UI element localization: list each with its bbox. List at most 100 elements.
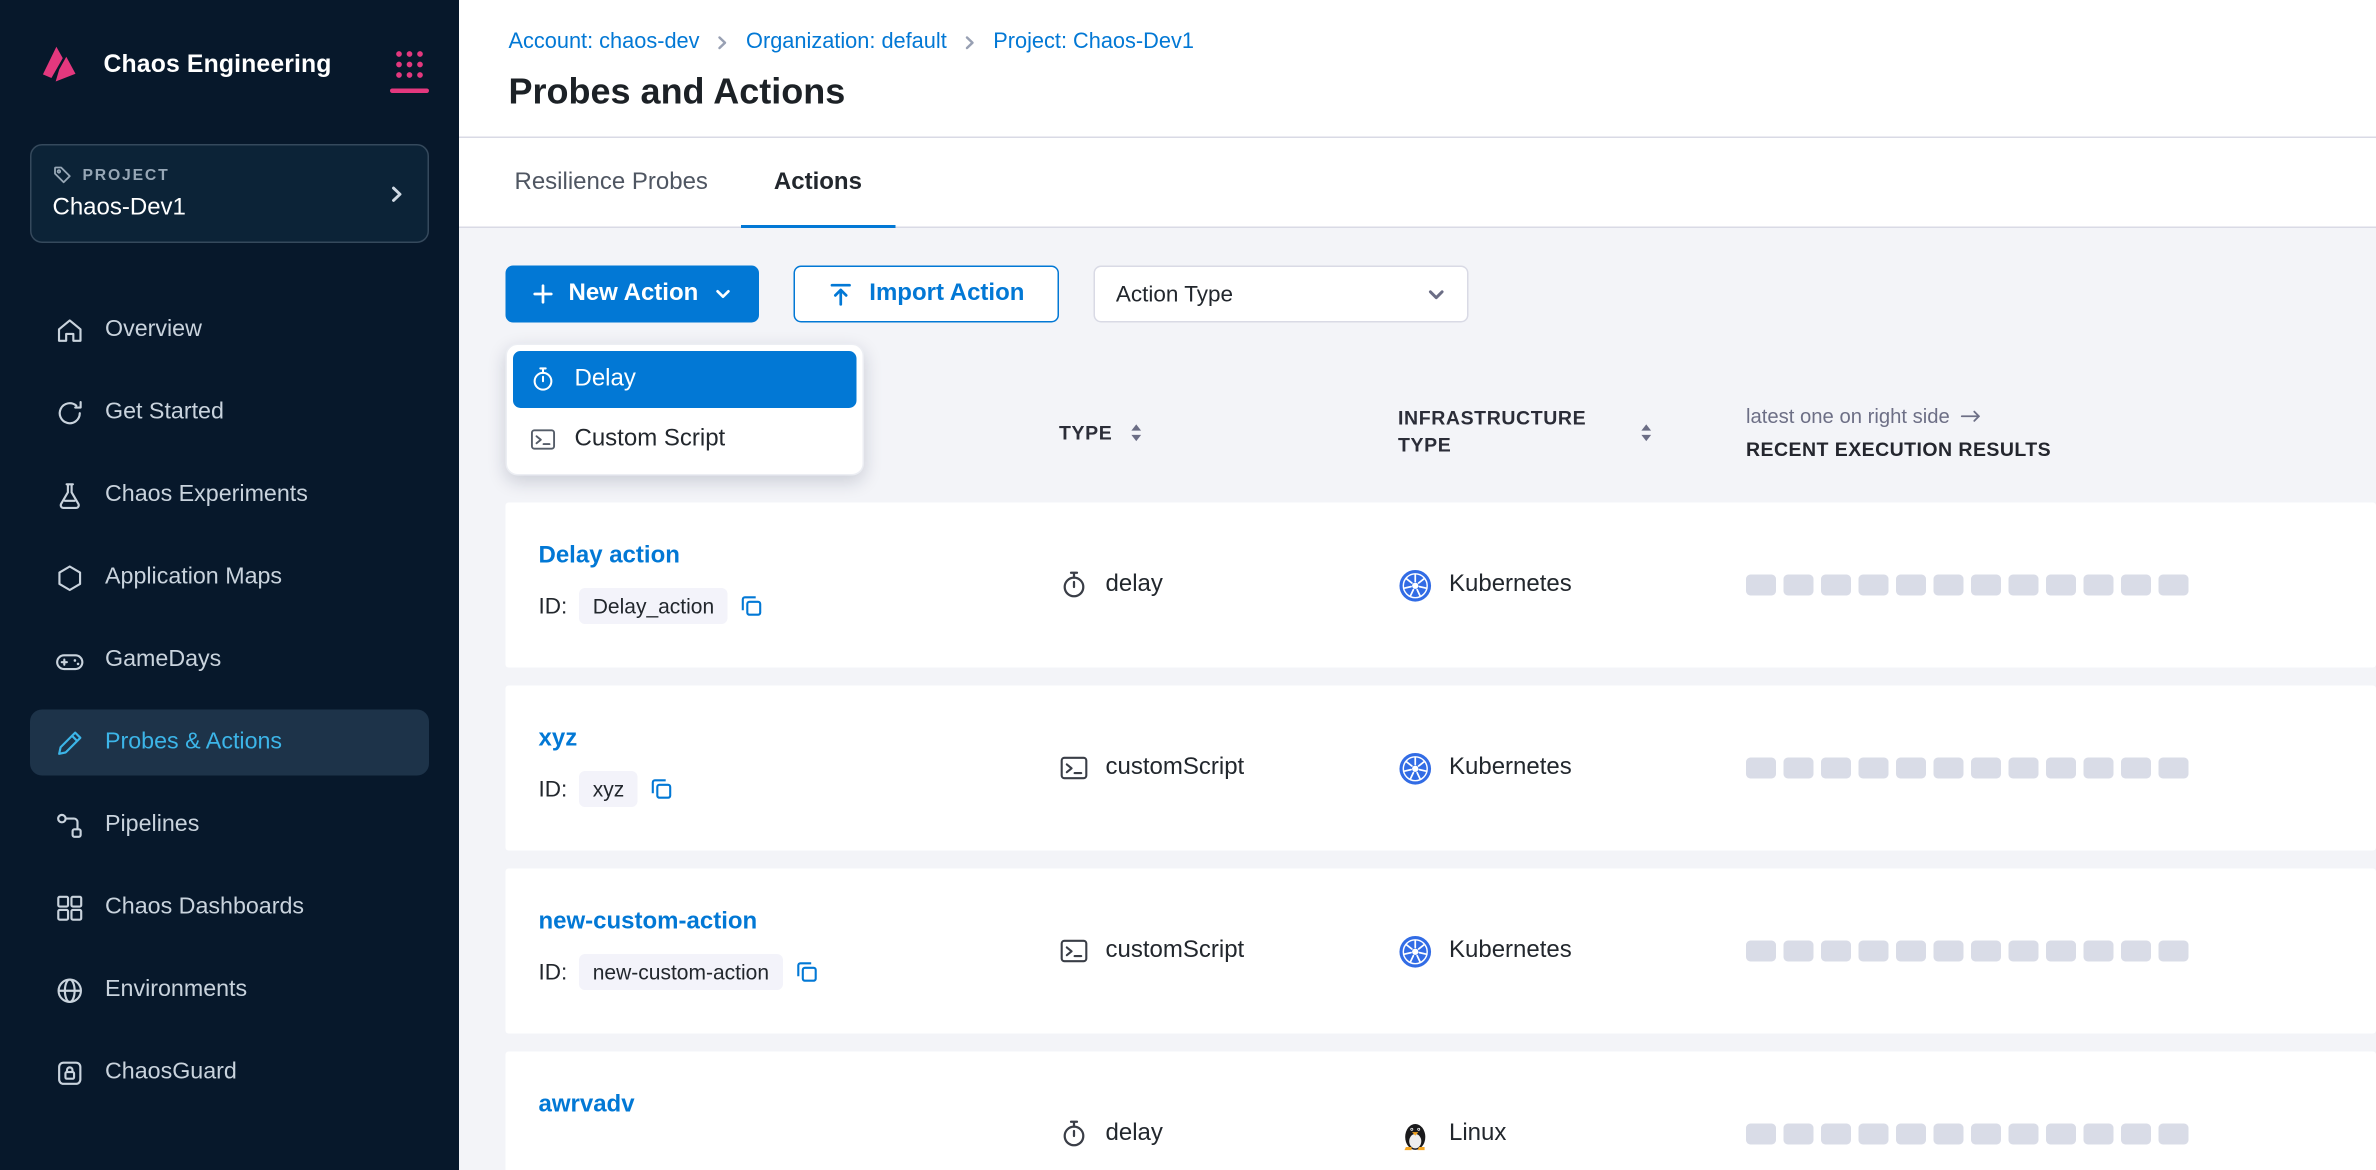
module-switcher-grid-icon[interactable] [393,48,426,81]
menu-item-custom-script[interactable]: Custom Script [513,411,857,468]
chevron-down-icon [1426,284,1446,304]
kubernetes-icon [1398,934,1433,969]
breadcrumb-link[interactable]: Organization: default [746,30,947,54]
execution-result-placeholder [2159,758,2189,779]
sidebar-item-environments[interactable]: Environments [30,957,429,1023]
execution-result-placeholder [1746,758,1776,779]
execution-result-placeholder [1784,1124,1814,1145]
sidebar-item-chaos-experiments[interactable]: Chaos Experiments [30,462,429,528]
dashboards-icon [54,892,86,924]
breadcrumb-link[interactable]: Project: Chaos-Dev1 [993,30,1194,54]
table-row: new-custom-actionID:new-custom-actioncus… [506,869,2376,1034]
page-header: Account: chaos-dev Organization: default P… [459,0,2376,138]
sidebar-item-chaosguard[interactable]: ChaosGuard [30,1040,429,1106]
sidebar-item-chaos-dashboards[interactable]: Chaos Dashboards [30,875,429,941]
execution-result-placeholder [1971,758,2001,779]
sidebar-item-label: Chaos Experiments [105,482,308,509]
execution-result-placeholder [2046,941,2076,962]
sidebar-item-label: Get Started [105,399,224,426]
action-name-link[interactable]: xyz [539,726,578,753]
sort-icon[interactable] [1129,422,1143,442]
table-row: awrvadvdelayLinux [506,1052,2376,1170]
stopwatch-icon [530,366,557,393]
execution-result-placeholder [1821,758,1851,779]
chaosguard-icon [54,1057,86,1089]
sidebar: Chaos Engineering PROJECT Chaos-Dev1 Ove… [0,0,459,1170]
execution-result-placeholder [2084,758,2114,779]
action-name-link[interactable]: new-custom-action [539,909,758,936]
name-cell: new-custom-actionID:new-custom-action [506,869,1060,991]
infrastructure-cell: Linux [1398,1117,1746,1152]
toolbar: New Action Import Action Action Type [506,266,2376,323]
execution-result-placeholder [1896,575,1926,596]
execution-result-placeholder [2084,941,2114,962]
project-selector[interactable]: PROJECT Chaos-Dev1 [30,144,429,243]
sidebar-item-label: ChaosGuard [105,1059,237,1086]
execution-result-placeholder [1859,941,1889,962]
table-row: xyzID:xyzcustomScriptKubernetes [506,686,2376,851]
copy-icon[interactable] [650,777,674,801]
table-row: Delay actionID:Delay_actiondelayKubernet… [506,503,2376,668]
execution-result-placeholder [2121,758,2151,779]
execution-result-placeholder [1859,575,1889,596]
execution-result-placeholder [1896,758,1926,779]
execution-result-placeholder [1971,575,2001,596]
sidebar-item-gamedays[interactable]: GameDays [30,627,429,693]
chevron-right-icon [715,34,732,51]
get-started-icon [54,397,86,429]
execution-result-placeholder [2046,575,2076,596]
home-icon [54,314,86,346]
column-header-infrastructure-type: INFRASTRUCTURE TYPE [1398,406,1746,459]
execution-result-placeholder [2046,1124,2076,1145]
action-type-select[interactable]: Action Type [1093,266,1468,323]
execution-result-placeholder [1746,1124,1776,1145]
project-label: PROJECT [83,166,170,184]
execution-result-placeholder [1859,1124,1889,1145]
name-cell: awrvadv [506,1052,1060,1120]
execution-result-placeholder [2009,941,2039,962]
action-name-link[interactable]: awrvadv [539,1092,635,1119]
sidebar-item-pipelines[interactable]: Pipelines [30,792,429,858]
sort-icon[interactable] [1640,422,1654,442]
execution-result-placeholder [1784,941,1814,962]
copy-icon[interactable] [795,960,819,984]
sidebar-item-label: GameDays [105,647,221,674]
stopwatch-icon [1059,1119,1089,1149]
execution-result-placeholder [1821,1124,1851,1145]
experiments-flask-icon [54,479,86,511]
new-action-menu: DelayCustom Script [506,344,865,476]
tag-icon [53,165,73,185]
action-name-link[interactable]: Delay action [539,543,680,570]
execution-result-placeholder [1746,575,1776,596]
name-cell: Delay action ID:Delay_action [506,503,1060,625]
sidebar-nav: Overview Get Started Chaos Experiments Appl… [0,243,459,1106]
sidebar-item-get-started[interactable]: Get Started [30,380,429,446]
copy-icon[interactable] [740,594,764,618]
column-header-recent-execution-results: latest one on right side RECENT EXECUTIO… [1746,404,2376,460]
main: Account: chaos-dev Organization: default P… [459,0,2376,1170]
sidebar-item-probes-actions[interactable]: Probes & Actions [30,710,429,776]
execution-result-placeholder [2121,941,2151,962]
execution-result-placeholder [1896,1124,1926,1145]
column-header-type: TYPE [1059,421,1398,444]
menu-item-delay[interactable]: Delay [513,351,857,408]
results-cell [1746,1124,2376,1145]
execution-result-placeholder [1934,575,1964,596]
arrow-right-icon [1960,409,1981,423]
table-body: Delay actionID:Delay_actiondelayKubernet… [506,503,2376,1170]
sidebar-item-overview[interactable]: Overview [30,297,429,363]
new-action-button[interactable]: New Action [506,266,759,323]
type-cell: customScript [1059,753,1398,783]
id-label: ID: [539,593,568,619]
execution-result-placeholder [1746,941,1776,962]
gamedays-icon [54,644,86,676]
breadcrumb-link[interactable]: Account: chaos-dev [509,30,700,54]
script-icon [1059,936,1089,966]
row-id: ID:Delay_action [539,588,1045,624]
import-action-button[interactable]: Import Action [793,266,1059,323]
chaos-engineering-logo-icon [33,39,84,90]
tab-resilience-probes[interactable]: Resilience Probes [482,138,741,227]
execution-result-placeholder [1896,941,1926,962]
sidebar-item-application-maps[interactable]: Application Maps [30,545,429,611]
tab-actions[interactable]: Actions [741,138,895,227]
